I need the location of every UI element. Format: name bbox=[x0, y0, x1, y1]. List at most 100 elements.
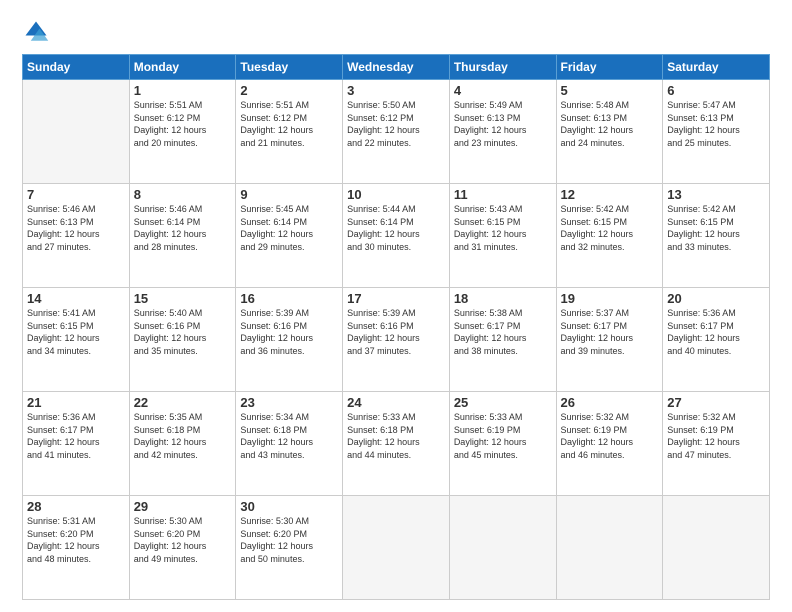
calendar-cell: 24Sunrise: 5:33 AM Sunset: 6:18 PM Dayli… bbox=[343, 392, 450, 496]
day-number: 7 bbox=[27, 187, 125, 202]
calendar-cell: 13Sunrise: 5:42 AM Sunset: 6:15 PM Dayli… bbox=[663, 184, 770, 288]
day-header-monday: Monday bbox=[129, 55, 236, 80]
week-row-5: 28Sunrise: 5:31 AM Sunset: 6:20 PM Dayli… bbox=[23, 496, 770, 600]
day-info: Sunrise: 5:33 AM Sunset: 6:19 PM Dayligh… bbox=[454, 411, 552, 461]
day-number: 5 bbox=[561, 83, 659, 98]
day-header-saturday: Saturday bbox=[663, 55, 770, 80]
day-info: Sunrise: 5:39 AM Sunset: 6:16 PM Dayligh… bbox=[347, 307, 445, 357]
day-info: Sunrise: 5:34 AM Sunset: 6:18 PM Dayligh… bbox=[240, 411, 338, 461]
calendar-cell bbox=[663, 496, 770, 600]
day-number: 10 bbox=[347, 187, 445, 202]
day-info: Sunrise: 5:39 AM Sunset: 6:16 PM Dayligh… bbox=[240, 307, 338, 357]
day-info: Sunrise: 5:46 AM Sunset: 6:13 PM Dayligh… bbox=[27, 203, 125, 253]
logo-icon bbox=[22, 18, 50, 46]
calendar-cell: 22Sunrise: 5:35 AM Sunset: 6:18 PM Dayli… bbox=[129, 392, 236, 496]
calendar-cell bbox=[23, 80, 130, 184]
calendar-cell: 3Sunrise: 5:50 AM Sunset: 6:12 PM Daylig… bbox=[343, 80, 450, 184]
week-row-4: 21Sunrise: 5:36 AM Sunset: 6:17 PM Dayli… bbox=[23, 392, 770, 496]
day-number: 14 bbox=[27, 291, 125, 306]
day-info: Sunrise: 5:30 AM Sunset: 6:20 PM Dayligh… bbox=[134, 515, 232, 565]
day-info: Sunrise: 5:42 AM Sunset: 6:15 PM Dayligh… bbox=[667, 203, 765, 253]
day-header-thursday: Thursday bbox=[449, 55, 556, 80]
calendar-cell: 29Sunrise: 5:30 AM Sunset: 6:20 PM Dayli… bbox=[129, 496, 236, 600]
calendar-cell: 12Sunrise: 5:42 AM Sunset: 6:15 PM Dayli… bbox=[556, 184, 663, 288]
day-number: 9 bbox=[240, 187, 338, 202]
day-info: Sunrise: 5:37 AM Sunset: 6:17 PM Dayligh… bbox=[561, 307, 659, 357]
week-row-2: 7Sunrise: 5:46 AM Sunset: 6:13 PM Daylig… bbox=[23, 184, 770, 288]
calendar-cell: 28Sunrise: 5:31 AM Sunset: 6:20 PM Dayli… bbox=[23, 496, 130, 600]
calendar-cell: 27Sunrise: 5:32 AM Sunset: 6:19 PM Dayli… bbox=[663, 392, 770, 496]
week-row-3: 14Sunrise: 5:41 AM Sunset: 6:15 PM Dayli… bbox=[23, 288, 770, 392]
day-info: Sunrise: 5:47 AM Sunset: 6:13 PM Dayligh… bbox=[667, 99, 765, 149]
day-number: 23 bbox=[240, 395, 338, 410]
week-row-1: 1Sunrise: 5:51 AM Sunset: 6:12 PM Daylig… bbox=[23, 80, 770, 184]
calendar: SundayMondayTuesdayWednesdayThursdayFrid… bbox=[22, 54, 770, 600]
day-number: 2 bbox=[240, 83, 338, 98]
day-info: Sunrise: 5:36 AM Sunset: 6:17 PM Dayligh… bbox=[667, 307, 765, 357]
day-number: 19 bbox=[561, 291, 659, 306]
day-info: Sunrise: 5:50 AM Sunset: 6:12 PM Dayligh… bbox=[347, 99, 445, 149]
calendar-cell: 8Sunrise: 5:46 AM Sunset: 6:14 PM Daylig… bbox=[129, 184, 236, 288]
day-info: Sunrise: 5:40 AM Sunset: 6:16 PM Dayligh… bbox=[134, 307, 232, 357]
page: SundayMondayTuesdayWednesdayThursdayFrid… bbox=[0, 0, 792, 612]
day-info: Sunrise: 5:38 AM Sunset: 6:17 PM Dayligh… bbox=[454, 307, 552, 357]
day-number: 25 bbox=[454, 395, 552, 410]
day-number: 3 bbox=[347, 83, 445, 98]
day-number: 29 bbox=[134, 499, 232, 514]
day-info: Sunrise: 5:36 AM Sunset: 6:17 PM Dayligh… bbox=[27, 411, 125, 461]
day-info: Sunrise: 5:32 AM Sunset: 6:19 PM Dayligh… bbox=[667, 411, 765, 461]
day-info: Sunrise: 5:42 AM Sunset: 6:15 PM Dayligh… bbox=[561, 203, 659, 253]
day-number: 24 bbox=[347, 395, 445, 410]
day-info: Sunrise: 5:51 AM Sunset: 6:12 PM Dayligh… bbox=[134, 99, 232, 149]
calendar-cell bbox=[449, 496, 556, 600]
day-info: Sunrise: 5:41 AM Sunset: 6:15 PM Dayligh… bbox=[27, 307, 125, 357]
calendar-cell: 18Sunrise: 5:38 AM Sunset: 6:17 PM Dayli… bbox=[449, 288, 556, 392]
calendar-cell: 25Sunrise: 5:33 AM Sunset: 6:19 PM Dayli… bbox=[449, 392, 556, 496]
day-header-friday: Friday bbox=[556, 55, 663, 80]
day-number: 13 bbox=[667, 187, 765, 202]
calendar-cell bbox=[343, 496, 450, 600]
calendar-cell: 2Sunrise: 5:51 AM Sunset: 6:12 PM Daylig… bbox=[236, 80, 343, 184]
day-info: Sunrise: 5:32 AM Sunset: 6:19 PM Dayligh… bbox=[561, 411, 659, 461]
day-info: Sunrise: 5:45 AM Sunset: 6:14 PM Dayligh… bbox=[240, 203, 338, 253]
calendar-cell: 6Sunrise: 5:47 AM Sunset: 6:13 PM Daylig… bbox=[663, 80, 770, 184]
calendar-cell: 4Sunrise: 5:49 AM Sunset: 6:13 PM Daylig… bbox=[449, 80, 556, 184]
calendar-cell: 1Sunrise: 5:51 AM Sunset: 6:12 PM Daylig… bbox=[129, 80, 236, 184]
day-number: 15 bbox=[134, 291, 232, 306]
day-info: Sunrise: 5:30 AM Sunset: 6:20 PM Dayligh… bbox=[240, 515, 338, 565]
calendar-cell: 5Sunrise: 5:48 AM Sunset: 6:13 PM Daylig… bbox=[556, 80, 663, 184]
day-number: 21 bbox=[27, 395, 125, 410]
calendar-cell: 15Sunrise: 5:40 AM Sunset: 6:16 PM Dayli… bbox=[129, 288, 236, 392]
day-info: Sunrise: 5:33 AM Sunset: 6:18 PM Dayligh… bbox=[347, 411, 445, 461]
calendar-cell: 23Sunrise: 5:34 AM Sunset: 6:18 PM Dayli… bbox=[236, 392, 343, 496]
calendar-cell: 17Sunrise: 5:39 AM Sunset: 6:16 PM Dayli… bbox=[343, 288, 450, 392]
day-info: Sunrise: 5:31 AM Sunset: 6:20 PM Dayligh… bbox=[27, 515, 125, 565]
day-number: 8 bbox=[134, 187, 232, 202]
calendar-cell: 19Sunrise: 5:37 AM Sunset: 6:17 PM Dayli… bbox=[556, 288, 663, 392]
calendar-cell: 14Sunrise: 5:41 AM Sunset: 6:15 PM Dayli… bbox=[23, 288, 130, 392]
calendar-cell: 10Sunrise: 5:44 AM Sunset: 6:14 PM Dayli… bbox=[343, 184, 450, 288]
day-header-wednesday: Wednesday bbox=[343, 55, 450, 80]
day-number: 17 bbox=[347, 291, 445, 306]
calendar-header: SundayMondayTuesdayWednesdayThursdayFrid… bbox=[23, 55, 770, 80]
calendar-cell: 20Sunrise: 5:36 AM Sunset: 6:17 PM Dayli… bbox=[663, 288, 770, 392]
header bbox=[22, 18, 770, 46]
logo bbox=[22, 18, 52, 46]
day-number: 4 bbox=[454, 83, 552, 98]
calendar-cell: 26Sunrise: 5:32 AM Sunset: 6:19 PM Dayli… bbox=[556, 392, 663, 496]
calendar-cell: 9Sunrise: 5:45 AM Sunset: 6:14 PM Daylig… bbox=[236, 184, 343, 288]
day-info: Sunrise: 5:46 AM Sunset: 6:14 PM Dayligh… bbox=[134, 203, 232, 253]
day-number: 18 bbox=[454, 291, 552, 306]
calendar-cell: 16Sunrise: 5:39 AM Sunset: 6:16 PM Dayli… bbox=[236, 288, 343, 392]
calendar-cell: 7Sunrise: 5:46 AM Sunset: 6:13 PM Daylig… bbox=[23, 184, 130, 288]
day-number: 1 bbox=[134, 83, 232, 98]
day-info: Sunrise: 5:44 AM Sunset: 6:14 PM Dayligh… bbox=[347, 203, 445, 253]
day-info: Sunrise: 5:35 AM Sunset: 6:18 PM Dayligh… bbox=[134, 411, 232, 461]
day-info: Sunrise: 5:43 AM Sunset: 6:15 PM Dayligh… bbox=[454, 203, 552, 253]
day-number: 12 bbox=[561, 187, 659, 202]
day-number: 26 bbox=[561, 395, 659, 410]
day-number: 16 bbox=[240, 291, 338, 306]
day-info: Sunrise: 5:48 AM Sunset: 6:13 PM Dayligh… bbox=[561, 99, 659, 149]
day-number: 28 bbox=[27, 499, 125, 514]
header-row: SundayMondayTuesdayWednesdayThursdayFrid… bbox=[23, 55, 770, 80]
